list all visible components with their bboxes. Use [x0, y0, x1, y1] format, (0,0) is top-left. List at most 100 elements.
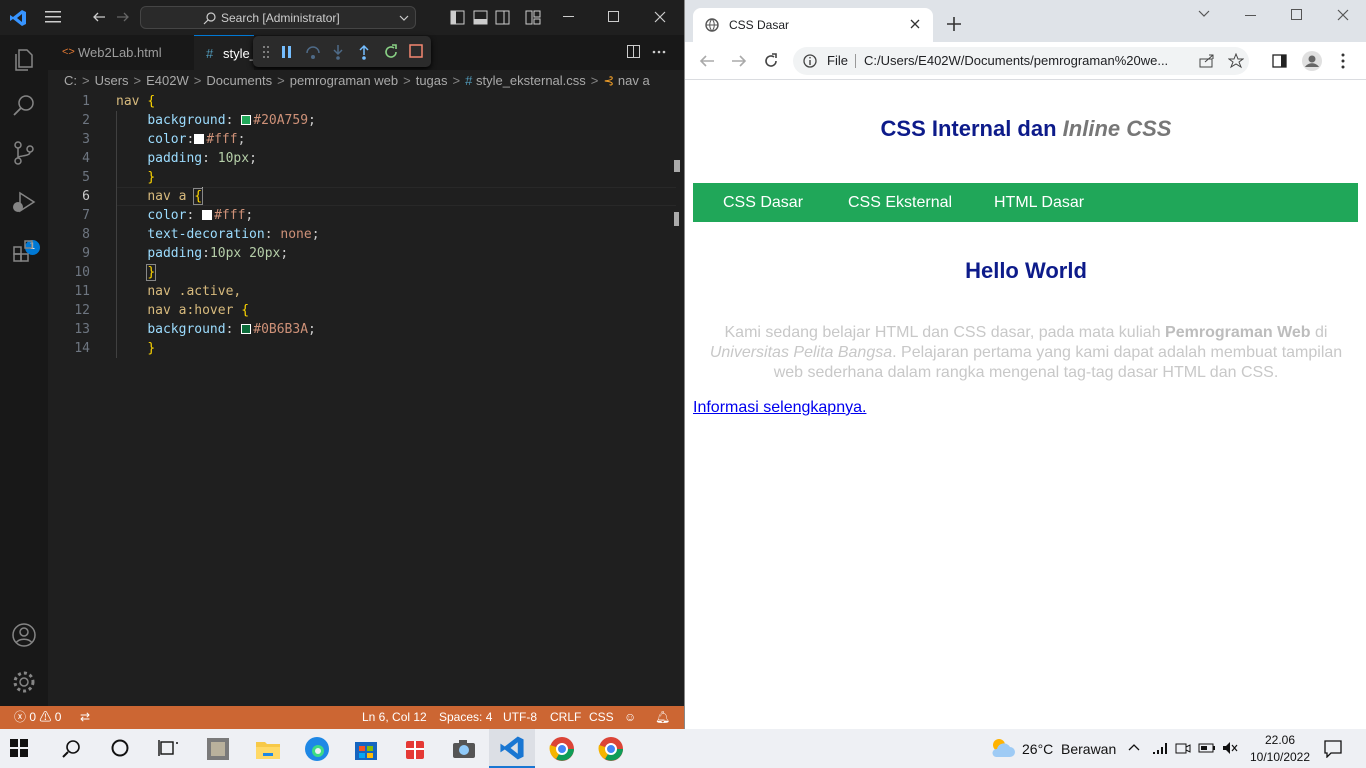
info-icon[interactable]	[803, 54, 817, 68]
nav-link-css-dasar[interactable]: CSS Dasar	[723, 183, 803, 222]
language-mode[interactable]: CSS	[589, 706, 614, 729]
maximize-icon[interactable]	[608, 11, 620, 23]
browser-tab[interactable]: CSS Dasar	[693, 8, 933, 42]
camera-app-icon[interactable]	[450, 735, 478, 763]
toggle-sidebar-icon[interactable]	[450, 10, 466, 26]
breadcrumb-item[interactable]: E402W	[146, 73, 189, 88]
step-over-icon[interactable]	[305, 44, 321, 60]
back-arrow-icon[interactable]	[92, 10, 106, 24]
color-swatch[interactable]	[194, 134, 205, 144]
breadcrumb-item[interactable]: pemrograman web	[290, 73, 398, 88]
restart-icon[interactable]	[383, 44, 399, 60]
breadcrumb-item[interactable]: Users	[95, 73, 129, 88]
gift-app-icon[interactable]	[401, 735, 429, 763]
code-editor[interactable]: 1 2 3 4 5 6 7 8 9 10 11 12 13 14 nav { b…	[48, 92, 684, 706]
notifications-bell-icon[interactable]: 🔔︎	[655, 706, 670, 729]
breadcrumb-item[interactable]: nav a	[618, 73, 650, 88]
customize-layout-icon[interactable]	[525, 10, 541, 26]
scrollbar-thumb[interactable]	[674, 212, 679, 226]
windows-start-icon[interactable]	[10, 739, 38, 767]
problems-status[interactable]: ⓧ 0 ⚠ 0	[14, 706, 61, 729]
meet-now-icon[interactable]	[1175, 740, 1191, 756]
more-info-link[interactable]: Informasi selengkapnya.	[693, 399, 866, 417]
back-arrow-icon[interactable]	[699, 53, 715, 69]
chrome-profile-app-icon[interactable]	[548, 735, 576, 763]
breadcrumb-item[interactable]: tugas	[416, 73, 448, 88]
menu-icon[interactable]	[45, 10, 63, 24]
side-panel-icon[interactable]	[1272, 53, 1288, 69]
action-center-notification-icon[interactable]	[1324, 740, 1342, 758]
minimize-icon[interactable]	[1245, 15, 1257, 17]
cortana-icon[interactable]	[110, 738, 138, 766]
search-icon[interactable]	[62, 739, 90, 767]
file-explorer-icon[interactable]	[254, 735, 282, 763]
stop-icon[interactable]	[409, 44, 423, 58]
new-tab-plus-icon[interactable]	[947, 17, 961, 31]
share-icon[interactable]	[1199, 54, 1215, 68]
maximize-icon[interactable]	[1291, 9, 1303, 21]
close-icon[interactable]	[1337, 9, 1349, 21]
indentation-status[interactable]: Spaces: 4	[439, 706, 492, 729]
drag-handle-icon[interactable]	[262, 45, 270, 59]
encoding-status[interactable]: UTF-8	[503, 706, 537, 729]
file-scheme-label: File	[827, 53, 848, 68]
nav-link-css-eksternal[interactable]: CSS Eksternal	[848, 183, 952, 222]
run-and-debug-icon[interactable]	[10, 188, 38, 216]
command-center-search[interactable]: Search [Administrator]	[140, 6, 416, 29]
breadcrumb-item[interactable]: C:	[64, 73, 77, 88]
show-hidden-icons-chevron-icon[interactable]	[1128, 743, 1140, 751]
pause-icon[interactable]	[281, 45, 293, 59]
chevron-down-icon[interactable]	[399, 13, 409, 23]
vscode-taskbar-button[interactable]	[489, 729, 535, 768]
chrome-menu-kebab-icon[interactable]	[1341, 53, 1345, 69]
weather-description[interactable]: Berawan	[1061, 741, 1116, 757]
toggle-secondary-sidebar-icon[interactable]	[495, 10, 511, 26]
search-icon[interactable]	[10, 92, 38, 120]
tab-close-icon[interactable]	[910, 19, 920, 29]
clock-date[interactable]: 10/10/2022	[1248, 750, 1312, 764]
explorer-icon[interactable]	[10, 45, 38, 73]
color-swatch[interactable]	[241, 115, 252, 125]
weather-cloudy-icon[interactable]	[988, 735, 1016, 763]
step-into-icon[interactable]	[331, 44, 345, 60]
volume-muted-icon[interactable]	[1222, 741, 1238, 755]
weather-temperature[interactable]: 26°C	[1022, 741, 1053, 757]
cursor-position[interactable]: Ln 6, Col 12	[362, 706, 427, 729]
minimize-icon[interactable]	[563, 16, 575, 18]
page-nav-bar: CSS Dasar CSS Eksternal HTML Dasar	[693, 183, 1358, 222]
forward-arrow-icon[interactable]	[116, 10, 130, 24]
settings-gear-icon[interactable]	[10, 668, 38, 696]
color-swatch[interactable]	[202, 210, 213, 220]
extensions-icon[interactable]	[10, 237, 38, 265]
edge-browser-icon[interactable]	[303, 735, 331, 763]
tab-style-eksternal-css[interactable]: # style_	[194, 35, 254, 70]
close-icon[interactable]	[654, 11, 666, 23]
tab-web2lab-html[interactable]: <> Web2Lab.html	[48, 35, 194, 70]
toggle-panel-icon[interactable]	[473, 10, 489, 26]
task-view-icon[interactable]	[158, 739, 186, 767]
breadcrumb-item[interactable]: Documents	[206, 73, 272, 88]
profile-avatar-icon[interactable]	[1301, 50, 1323, 72]
split-editor-icon[interactable]	[627, 45, 641, 59]
feedback-icon[interactable]: ☺	[624, 706, 636, 729]
app-icon[interactable]	[205, 735, 233, 763]
source-control-icon[interactable]	[10, 139, 38, 167]
microsoft-store-icon[interactable]	[352, 735, 380, 763]
reload-icon[interactable]	[763, 53, 779, 69]
forward-arrow-icon[interactable]	[731, 53, 747, 69]
nav-link-html-dasar[interactable]: HTML Dasar	[994, 183, 1084, 222]
address-bar[interactable]: File C:/Users/E402W/Documents/pemrograma…	[793, 47, 1249, 75]
step-out-icon[interactable]	[357, 44, 371, 60]
network-wifi-icon[interactable]	[1152, 741, 1168, 755]
eol-status[interactable]: CRLF	[550, 706, 581, 729]
tab-search-chevron-icon[interactable]	[1198, 10, 1210, 18]
more-actions-icon[interactable]	[652, 45, 666, 59]
color-swatch[interactable]	[241, 324, 252, 334]
breadcrumb-item[interactable]: style_eksternal.css	[476, 73, 586, 88]
power-battery-icon[interactable]	[1198, 741, 1216, 755]
chrome-app-icon[interactable]	[597, 735, 625, 763]
clock-time[interactable]: 22.06	[1260, 733, 1300, 747]
bookmark-star-icon[interactable]	[1228, 53, 1244, 69]
live-share-icon[interactable]: ⇄	[80, 706, 90, 729]
accounts-icon[interactable]	[10, 621, 38, 649]
